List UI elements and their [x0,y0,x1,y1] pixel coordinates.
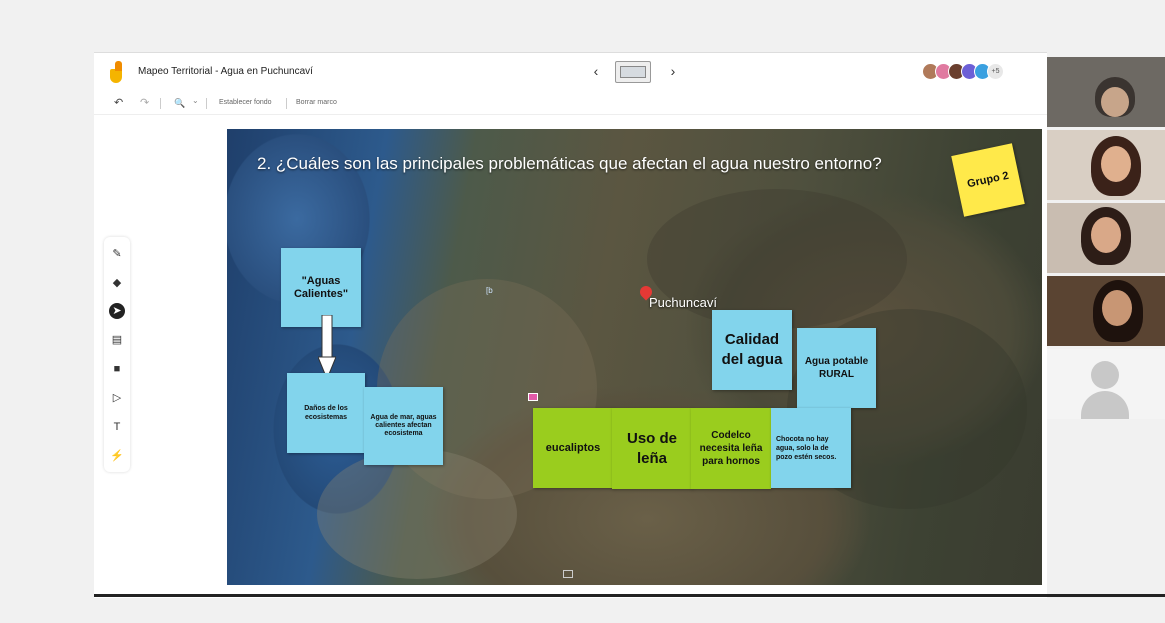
zoom-dropdown-chevron-icon[interactable]: ⌄ [192,96,199,105]
previous-frame-button[interactable]: ‹ [589,63,603,79]
undo-icon[interactable]: ↶ [114,96,123,109]
sticky-note[interactable]: Chocota no hay agua, solo la de pozo est… [771,408,851,488]
map-place-label: Puchuncaví [649,295,717,310]
participant-video[interactable] [1047,276,1165,346]
map-marker-icon [563,570,573,578]
participant-video[interactable] [1047,57,1165,127]
default-avatar-icon [1091,361,1119,389]
toolbar-divider [206,98,207,109]
frame-bar-button[interactable] [615,61,651,83]
set-background-button[interactable]: Establecer fondo [219,99,272,106]
document-title[interactable]: Mapeo Territorial - Agua en Puchuncaví [138,66,313,77]
participant-face [1101,87,1129,117]
sticky-note[interactable]: Grupo 2 [951,143,1025,217]
toolbar-divider [286,98,287,109]
participant-video[interactable] [1047,349,1165,419]
map-marker-icon [528,393,538,401]
sticky-note[interactable]: Calidad del agua [712,310,792,390]
whiteboard-frame[interactable]: 2. ¿Cuáles son las principales problemát… [227,129,1042,585]
text-box-icon[interactable]: T [109,419,125,435]
sticky-note[interactable]: Agua de mar, aguas calientes afectan eco… [364,387,443,465]
participant-face [1102,290,1132,326]
participant-video[interactable] [1047,203,1165,273]
redo-icon[interactable]: ↷ [140,96,149,109]
sticky-note[interactable]: Uso de leña [612,408,692,489]
next-frame-button[interactable]: › [666,63,680,79]
pen-icon[interactable]: ✎ [109,246,125,262]
screen: Mapeo Territorial - Agua en Puchuncaví ‹… [0,0,1165,623]
shape-icon[interactable]: ▷ [109,390,125,406]
eraser-icon[interactable]: ◆ [109,275,125,291]
frame-thumbnail-icon [620,66,646,78]
participant-face [1091,217,1121,253]
edit-toolbar: ↶ ↷ 🔍 ⌄ Establecer fondo Borrar marco [94,91,1047,115]
map-terrain [317,449,517,579]
participant-video[interactable] [1047,130,1165,200]
down-arrow-icon [318,315,336,379]
toolbar-divider [160,98,161,109]
slide-question[interactable]: 2. ¿Cuáles son las principales problemát… [257,153,907,175]
sticky-note[interactable]: eucaliptos [533,408,613,488]
title-bar: Mapeo Territorial - Agua en Puchuncaví ‹… [94,53,1047,91]
map-marker-label: [b [486,286,493,295]
zoom-icon[interactable]: 🔍 [174,98,185,109]
sticky-note[interactable]: Daños de los ecosistemas [287,373,365,453]
laser-pointer-icon[interactable]: ⚡ [109,448,125,464]
participant-face [1101,146,1131,182]
sticky-note-icon[interactable]: ▤ [109,332,125,348]
jamboard-logo-icon [110,61,122,83]
default-avatar-icon [1081,391,1129,419]
sticky-note[interactable]: Agua potable RURAL [797,328,876,408]
divider [94,594,1165,597]
collaborator-avatars[interactable]: +5 [922,63,1004,81]
select-cursor-icon[interactable]: ➤ [109,303,125,319]
sticky-note[interactable]: Codelco necesita leña para hornos [691,408,771,489]
add-image-icon[interactable]: ■ [109,361,125,377]
delete-frame-button[interactable]: Borrar marco [296,99,337,106]
more-collaborators-badge[interactable]: +5 [987,63,1004,80]
tool-rail: ✎ ◆ ➤ ▤ ■ ▷ T ⚡ [104,237,130,472]
